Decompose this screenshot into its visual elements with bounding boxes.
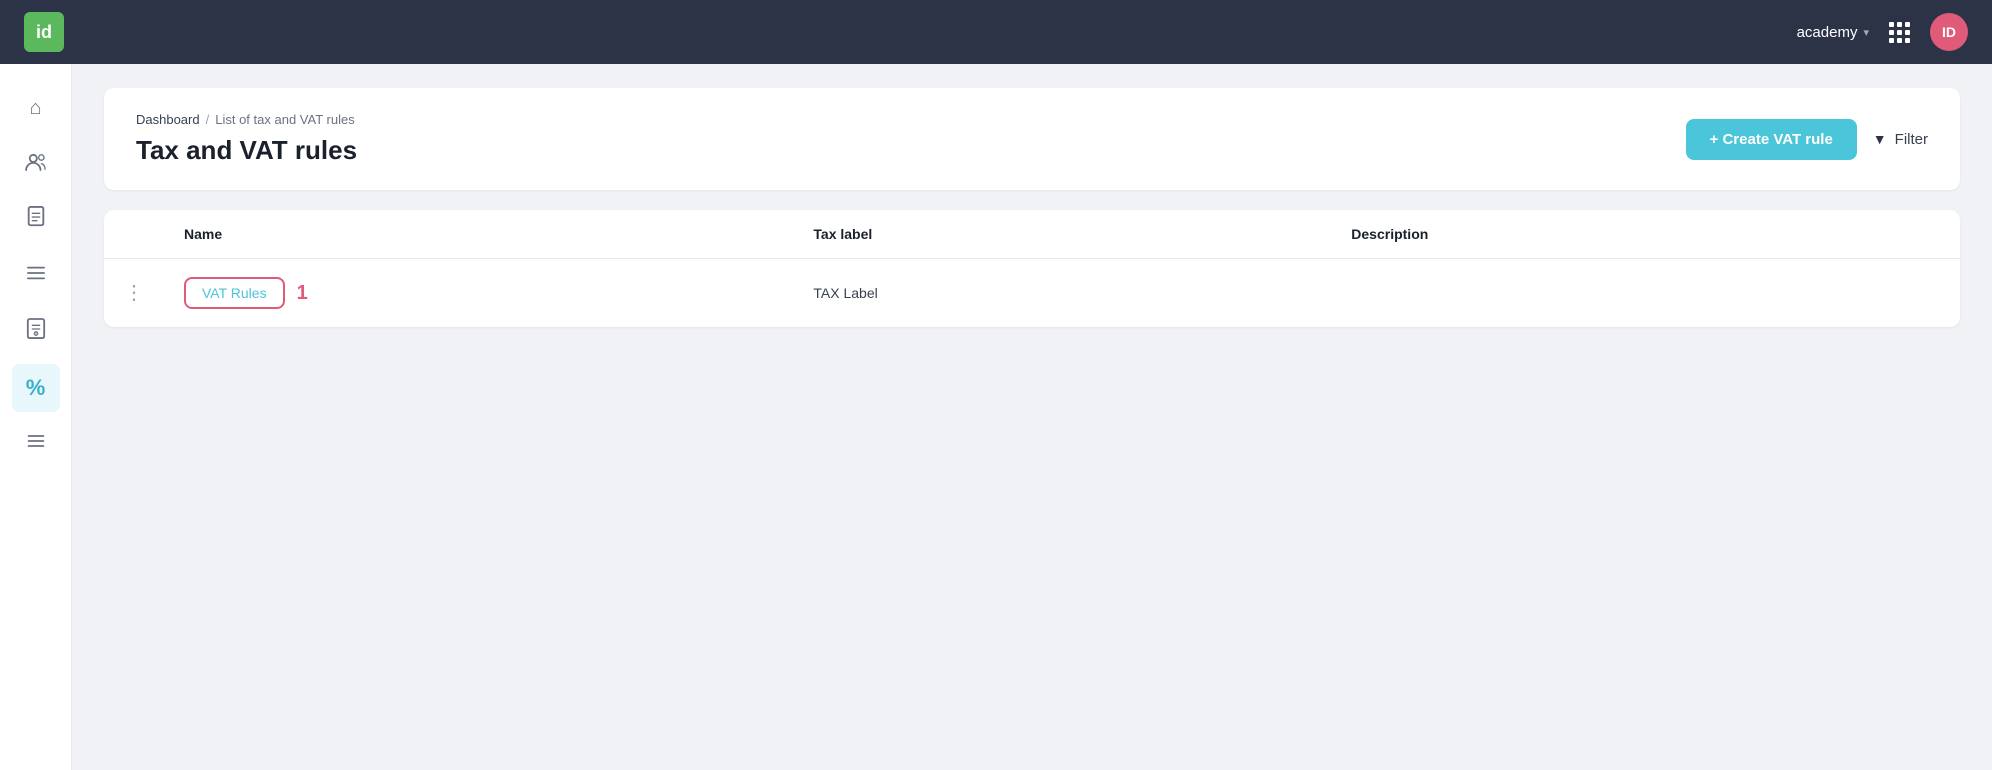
filter-button[interactable]: ▼ Filter [1873, 131, 1928, 148]
vat-link-wrapper: VAT Rules 1 [184, 277, 773, 309]
breadcrumb-separator: / [206, 112, 210, 127]
main-layout: % Dashboard / List of tax and VAT rules [0, 64, 1992, 770]
academy-selector[interactable]: academy ▾ [1797, 24, 1869, 41]
header-actions: + Create VAT rule ▼ Filter [1686, 119, 1928, 160]
sidebar: % [0, 64, 72, 770]
sidebar-item-documents[interactable] [12, 196, 60, 244]
row-taxlabel-cell: TAX Label [793, 259, 1331, 328]
vat-rules-table: Name Tax label Description ⋮ VAT Rules [104, 210, 1960, 327]
logo[interactable]: id [24, 12, 64, 52]
billing-icon [26, 318, 46, 346]
breadcrumb: Dashboard / List of tax and VAT rules [136, 112, 357, 127]
filter-icon: ▼ [1873, 131, 1887, 147]
users-icon [25, 153, 47, 176]
row-name-cell: VAT Rules 1 [164, 259, 793, 328]
col-taxlabel-header: Tax label [793, 210, 1331, 259]
row-description-cell [1331, 259, 1960, 328]
home-icon [29, 97, 41, 120]
settings-icon [26, 431, 46, 457]
nav-right: academy ▾ ID [1797, 13, 1968, 51]
breadcrumb-home[interactable]: Dashboard [136, 112, 200, 127]
top-navigation: id academy ▾ ID [0, 0, 1992, 64]
sidebar-item-list[interactable] [12, 252, 60, 300]
sidebar-item-tax[interactable]: % [12, 364, 60, 412]
sidebar-item-billing[interactable] [12, 308, 60, 356]
vat-badge: 1 [297, 282, 308, 305]
sidebar-item-home[interactable] [12, 84, 60, 132]
percent-icon: % [26, 375, 46, 401]
documents-icon [26, 206, 46, 234]
sidebar-item-users[interactable] [12, 140, 60, 188]
table-card: Name Tax label Description ⋮ VAT Rules [104, 210, 1960, 327]
table-header-row: Name Tax label Description [104, 210, 1960, 259]
row-context-menu[interactable]: ⋮ [124, 283, 144, 303]
col-actions-header [104, 210, 164, 259]
page-title: Tax and VAT rules [136, 135, 357, 166]
table-row: ⋮ VAT Rules 1 TAX Label [104, 259, 1960, 328]
apps-grid-icon[interactable] [1889, 22, 1910, 43]
nav-left: id [24, 12, 64, 52]
page-header-card: Dashboard / List of tax and VAT rules Ta… [104, 88, 1960, 190]
row-dots-menu-cell: ⋮ [104, 259, 164, 328]
breadcrumb-current: List of tax and VAT rules [215, 112, 354, 127]
user-avatar[interactable]: ID [1930, 13, 1968, 51]
page-header-left: Dashboard / List of tax and VAT rules Ta… [136, 112, 357, 166]
main-content: Dashboard / List of tax and VAT rules Ta… [72, 64, 1992, 770]
list-icon [26, 264, 46, 288]
vat-rules-link[interactable]: VAT Rules [184, 277, 285, 309]
create-vat-rule-button[interactable]: + Create VAT rule [1686, 119, 1857, 160]
sidebar-item-settings[interactable] [12, 420, 60, 468]
col-name-header: Name [164, 210, 793, 259]
chevron-down-icon: ▾ [1863, 26, 1869, 39]
col-description-header: Description [1331, 210, 1960, 259]
